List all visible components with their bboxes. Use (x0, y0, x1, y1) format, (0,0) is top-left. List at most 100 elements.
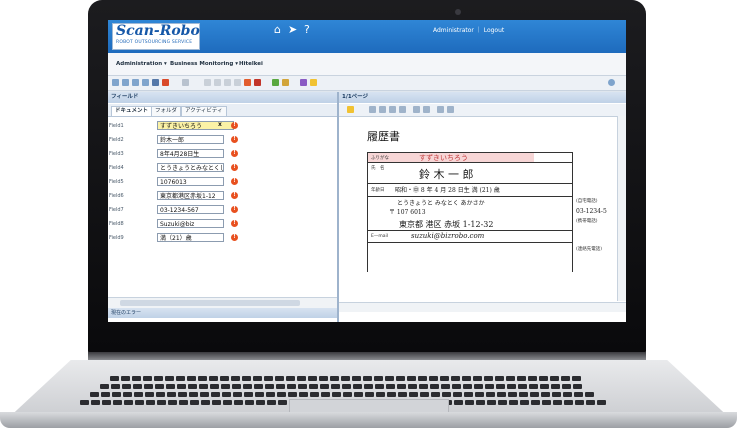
birth-label: 年齢日 (371, 188, 385, 193)
fields-panel-title: フィールド (108, 92, 337, 103)
tab-activity[interactable]: アクティビティ (181, 106, 227, 116)
help-icon[interactable]: ? (304, 24, 310, 35)
divider (367, 183, 572, 184)
zoom-out-icon[interactable] (379, 106, 386, 113)
home-phone-label: (自宅電話) (576, 199, 598, 204)
tool-icon[interactable] (224, 79, 231, 86)
key-row (110, 366, 583, 381)
field-label: Field6 (109, 193, 124, 199)
fit-icon[interactable] (389, 106, 396, 113)
menu-administration[interactable]: Administration ▾ (116, 61, 167, 67)
phone-value: 03-1234-5 (576, 208, 607, 215)
field-input[interactable]: 1076013 (157, 177, 224, 186)
address-value: 東京都 港区 赤坂 1-12-32 (399, 220, 494, 229)
field-input[interactable]: すずきいちろう (157, 121, 234, 130)
toolbar (108, 76, 626, 91)
tool-icon[interactable] (182, 79, 189, 86)
vertical-scrollbar[interactable] (617, 116, 626, 301)
error-icon[interactable]: ! (231, 122, 238, 129)
tool-icon[interactable] (234, 79, 241, 86)
settings-icon[interactable] (282, 79, 289, 86)
divider (367, 162, 572, 163)
name-value: 鈴 木 一 郎 (419, 168, 474, 181)
error-icon[interactable]: ! (231, 164, 238, 171)
filter-icon[interactable] (300, 79, 307, 86)
postal-code: 〒 107 6013 (389, 209, 426, 216)
divider (572, 152, 573, 272)
tool-icon[interactable] (112, 79, 119, 86)
address-furigana: とうきょうと みなとく あかさか (397, 200, 485, 207)
field-label: Field1 (109, 123, 124, 129)
error-icon[interactable]: ! (231, 234, 238, 241)
field-input[interactable]: 鈴木一郎 (157, 135, 224, 144)
tab-folder[interactable]: フォルダ (151, 106, 182, 116)
save-icon[interactable] (152, 79, 159, 86)
document-viewer: 1/1ページ 履歴書 ふりがな すずきいちろう 氏 名 鈴 木 一 郎 年齢日 (339, 92, 626, 322)
field-row: Field5 1076013 ! (108, 176, 337, 189)
error-icon[interactable]: ! (231, 178, 238, 185)
record-icon[interactable] (254, 79, 261, 86)
logo-text: Scan-Robo (116, 23, 200, 39)
key-row (100, 374, 584, 389)
horizontal-scrollbar[interactable] (108, 297, 337, 308)
field-label: Field3 (109, 151, 124, 157)
birth-value: 昭和・㊥ 8 年 4 月 28 日生 満 (21) 歳 (395, 187, 500, 194)
help-circle-icon[interactable] (608, 79, 615, 86)
divider (367, 230, 572, 231)
email-value: suzuki@bizrobo.com (411, 232, 485, 240)
highlight-icon[interactable] (347, 106, 354, 113)
stop-icon[interactable] (244, 79, 251, 86)
mobile-phone-label: (携帯電話) (576, 219, 598, 224)
next-page-icon[interactable] (423, 106, 430, 113)
tool-icon[interactable] (142, 79, 149, 86)
menu-business-monitoring[interactable]: Business Monitoring ▾ (170, 61, 238, 67)
home-icon[interactable]: ⌂ (274, 24, 281, 35)
field-input[interactable]: 満（21）歳 (157, 233, 224, 242)
horizontal-scrollbar[interactable] (339, 302, 626, 312)
field-row: Field2 鈴木一郎 ! (108, 134, 337, 147)
field-label: Field8 (109, 221, 124, 227)
field-input[interactable]: とうきょうとみなとくし (157, 163, 224, 172)
tab-document[interactable]: ドキュメント (111, 106, 153, 116)
error-icon[interactable]: ! (231, 192, 238, 199)
divider (367, 152, 368, 272)
field-input[interactable]: Suzuki@biz (157, 219, 224, 228)
tool-icon[interactable] (122, 79, 129, 86)
key-row (90, 382, 596, 397)
viewer-title: 1/1ページ (339, 92, 626, 103)
error-icon[interactable]: ! (231, 206, 238, 213)
viewer-toolbar (339, 104, 626, 117)
field-input[interactable]: 東京都港区赤坂1-12 (157, 191, 224, 200)
resume-document: 履歴書 ふりがな すずきいちろう 氏 名 鈴 木 一 郎 年齢日 昭和・㊥ 8 … (349, 126, 612, 294)
send-icon[interactable]: ➤ (288, 24, 297, 35)
zoom-in-icon[interactable] (369, 106, 376, 113)
error-icon[interactable]: ! (231, 220, 238, 227)
field-row: Field9 満（21）歳 ! (108, 232, 337, 245)
error-icon[interactable]: ! (231, 136, 238, 143)
highlight-icon[interactable] (310, 79, 317, 86)
field-row: Field7 03-1234-567 ! (108, 204, 337, 217)
delete-icon[interactable] (162, 79, 169, 86)
page-icon[interactable] (437, 106, 444, 113)
run-icon[interactable] (272, 79, 279, 86)
tool-icon[interactable] (214, 79, 221, 86)
page-icon[interactable] (447, 106, 454, 113)
error-icon[interactable]: ! (231, 150, 238, 157)
field-label: Field5 (109, 179, 124, 185)
field-input[interactable]: 03-1234-567 (157, 205, 224, 214)
prev-page-icon[interactable] (413, 106, 420, 113)
menu-hitelkei[interactable]: Hitelkei (239, 61, 263, 67)
tool-icon[interactable] (204, 79, 211, 86)
field-row: Field6 東京都港区赤坂1-12 ! (108, 190, 337, 203)
rotate-icon[interactable] (399, 106, 406, 113)
clear-icon[interactable]: x (218, 121, 222, 128)
key-row (80, 390, 608, 405)
document-title: 履歴書 (367, 130, 400, 143)
name-label: 氏 名 (371, 166, 385, 171)
scroll-thumb[interactable] (120, 300, 300, 306)
user-links[interactable]: Administrator ｜ Logout (433, 25, 504, 34)
logo: Scan-Robo ROBOT OUTSOURCING SERVICE (112, 23, 200, 50)
field-input[interactable]: 8年4月28日生 (157, 149, 224, 158)
contact-phone-label: (連絡先電話) (576, 247, 603, 252)
tool-icon[interactable] (132, 79, 139, 86)
